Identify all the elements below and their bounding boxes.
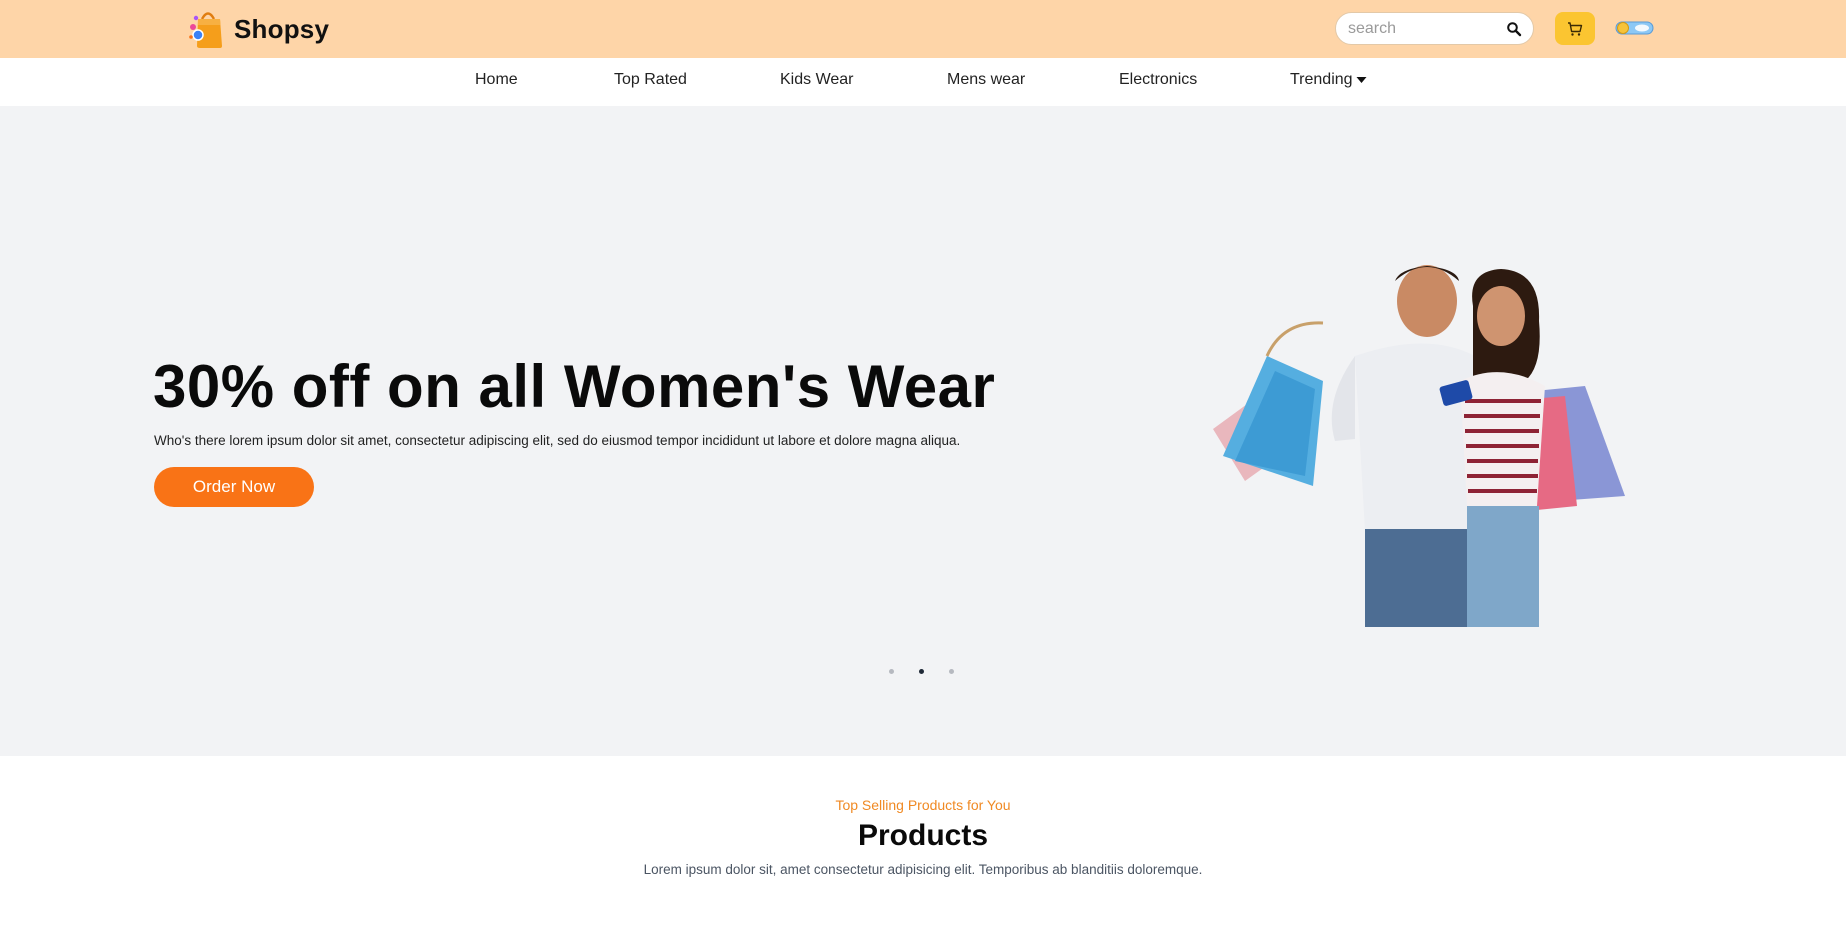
products-title: Products <box>857 819 989 852</box>
products-eyebrow: Top Selling Products for You <box>835 797 1011 813</box>
nav-item-kids-wear[interactable]: Kids Wear <box>780 71 854 89</box>
hero-banner: 30% off on all Women's Wear Who's there … <box>0 106 1846 756</box>
nav-item-label: Top Rated <box>614 71 687 88</box>
search-icon[interactable] <box>1506 21 1522 37</box>
cart-icon <box>1568 21 1583 36</box>
nav-item-trending[interactable]: Trending <box>1290 71 1367 89</box>
theme-toggle[interactable] <box>1615 19 1654 37</box>
order-now-button[interactable]: Order Now <box>154 467 314 507</box>
nav-item-mens-wear[interactable]: Mens wear <box>947 71 1025 89</box>
shopping-couple-image <box>1213 265 1625 627</box>
search-box <box>1335 12 1534 45</box>
brand-name: Shopsy <box>234 13 330 44</box>
brand-logo[interactable]: Shopsy <box>188 9 329 49</box>
shopping-bag-icon <box>189 12 222 48</box>
nav-item-home[interactable]: Home <box>475 71 518 89</box>
carousel-dot-1[interactable] <box>889 669 894 674</box>
nav-item-top-rated[interactable]: Top Rated <box>614 71 687 89</box>
carousel-dots <box>887 668 957 676</box>
search-input[interactable] <box>1348 19 1498 39</box>
products-description: Lorem ipsum dolor sit, amet consectetur … <box>643 862 1203 877</box>
hero-title: 30% off on all Women's Wear <box>153 353 996 420</box>
hero-description: Who's there lorem ipsum dolor sit amet, … <box>154 433 961 448</box>
nav-item-label: Mens wear <box>947 71 1026 88</box>
nav-item-label: Trending <box>1290 71 1353 88</box>
main-nav: Home Top Rated Kids Wear Mens wear Elect… <box>0 58 1846 106</box>
theme-toggle-icon <box>1615 21 1654 35</box>
top-bar: Shopsy <box>0 0 1846 58</box>
nav-item-label: Kids Wear <box>780 71 854 88</box>
nav-item-electronics[interactable]: Electronics <box>1119 71 1197 89</box>
cart-button[interactable] <box>1555 12 1595 45</box>
nav-item-label: Home <box>475 71 518 88</box>
caret-down-icon <box>1356 77 1367 83</box>
nav-item-label: Electronics <box>1119 71 1198 88</box>
carousel-dot-2[interactable] <box>919 669 924 674</box>
carousel-dot-3[interactable] <box>949 669 954 674</box>
